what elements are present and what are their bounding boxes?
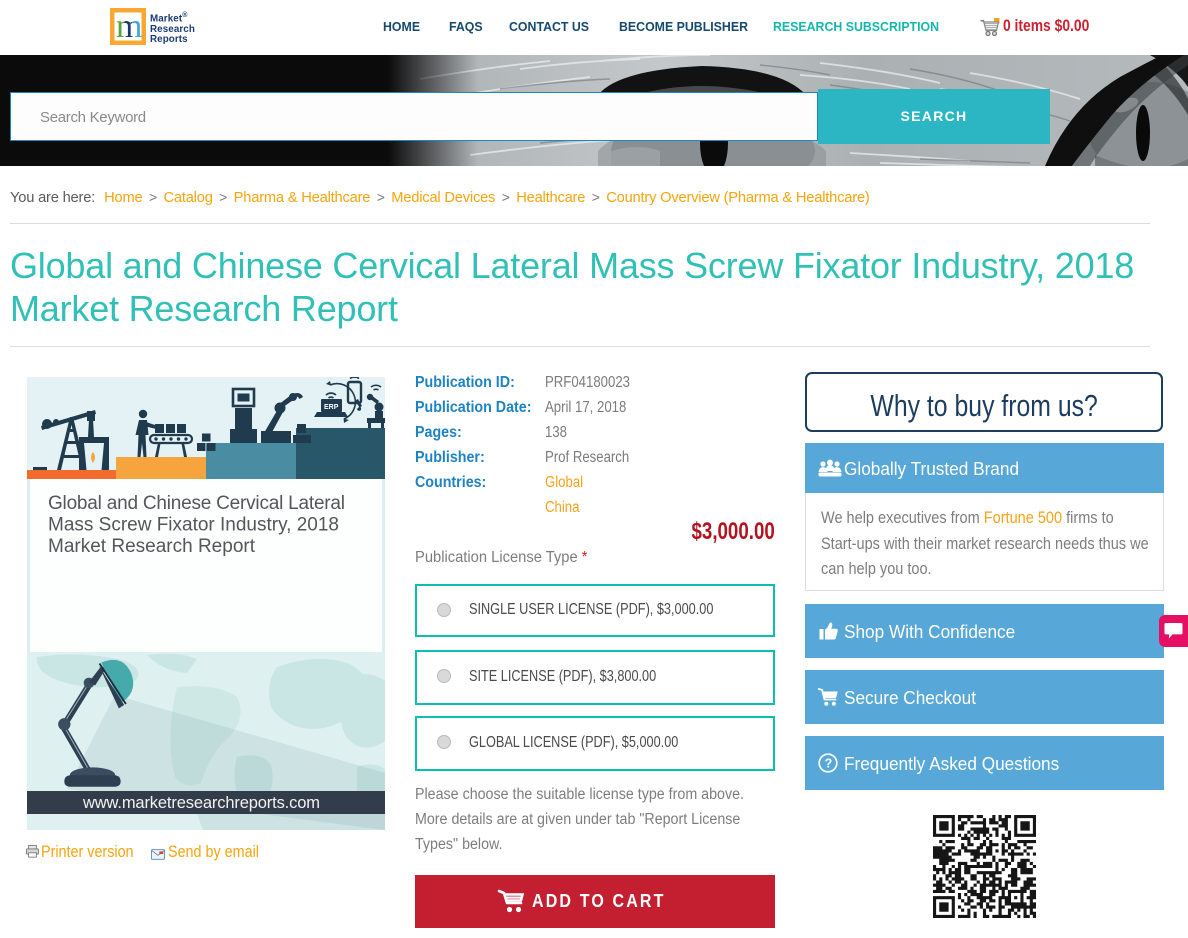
svg-text:?: ? bbox=[825, 757, 833, 771]
svg-text:ERP: ERP bbox=[324, 404, 339, 411]
svg-text:Mass Screw Fixator Industry, 2: Mass Screw Fixator Industry, 2018 bbox=[48, 515, 339, 536]
svg-text:www.marketresearchreports.com: www.marketresearchreports.com bbox=[82, 794, 320, 812]
svg-text:Global and Chinese Cervical La: Global and Chinese Cervical Lateral bbox=[48, 493, 345, 514]
svg-text:Market Research Report: Market Research Report bbox=[48, 536, 256, 557]
